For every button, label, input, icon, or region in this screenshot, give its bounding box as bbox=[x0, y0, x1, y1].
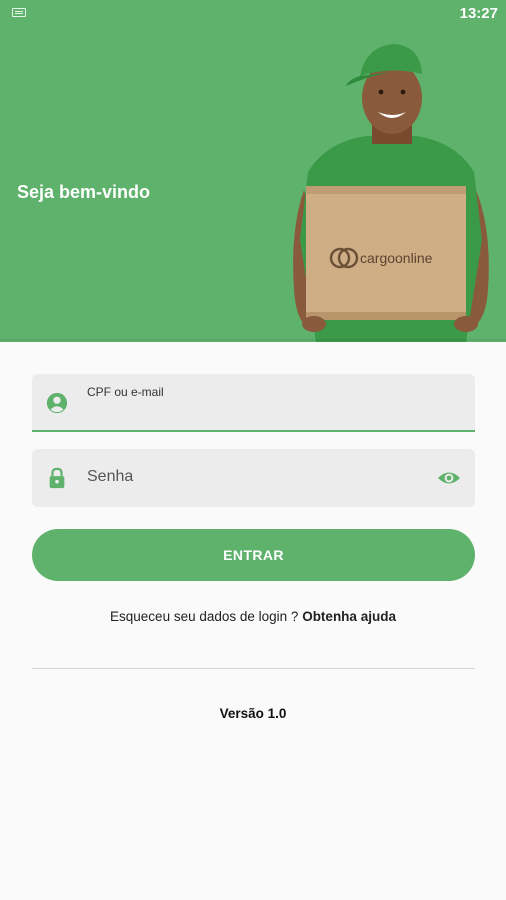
courier-image: cargoonline bbox=[293, 44, 489, 342]
eye-icon[interactable] bbox=[437, 467, 461, 489]
box-logo-text: cargoonline bbox=[360, 250, 433, 266]
enter-button[interactable]: ENTRAR bbox=[32, 529, 475, 581]
welcome-title: Seja bem-vindo bbox=[17, 182, 151, 202]
account-circle-icon bbox=[46, 392, 68, 414]
get-help-link[interactable]: Obtenha ajuda bbox=[302, 609, 396, 624]
cpf-email-field[interactable]: CPF ou e-mail bbox=[32, 374, 475, 432]
status-bar: 13:27 bbox=[0, 0, 506, 26]
keyboard-icon bbox=[12, 8, 26, 17]
cpf-email-label: CPF ou e-mail bbox=[87, 385, 164, 399]
status-time: 13:27 bbox=[459, 5, 498, 22]
help-text: Esqueceu seu dados de login ? bbox=[110, 609, 303, 624]
help-line: Esqueceu seu dados de login ? Obtenha aj… bbox=[0, 609, 506, 624]
hero-banner: Seja bem-vindo cargoonline bbox=[0, 0, 506, 342]
password-field[interactable]: Senha bbox=[32, 449, 475, 507]
divider bbox=[32, 668, 475, 669]
lock-icon bbox=[49, 467, 65, 489]
version-label: Versão 1.0 bbox=[219, 706, 287, 721]
password-placeholder: Senha bbox=[87, 468, 134, 485]
